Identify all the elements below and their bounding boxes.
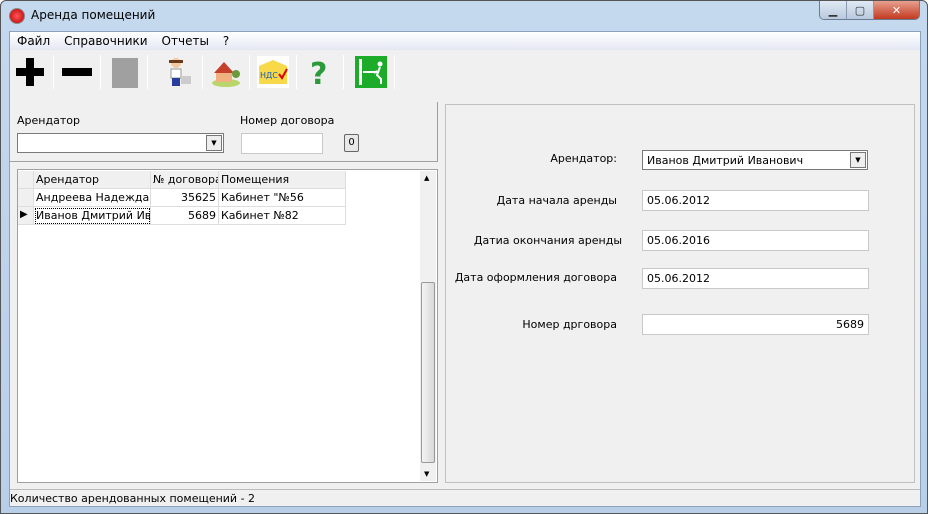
tenant-combo[interactable]: Иванов Дмитрий Иванович ▼ (642, 150, 868, 170)
filter-apply-button[interactable]: 0 (344, 134, 359, 152)
chevron-down-icon[interactable]: ▼ (850, 152, 866, 168)
svg-text:НДС: НДС (260, 71, 278, 80)
scrollbar-thumb[interactable] (421, 282, 435, 463)
close-button[interactable]: ✕ (874, 1, 919, 19)
table-row[interactable]: Андреева Надежда Де 35625 Кабинет "№56 (18, 189, 346, 207)
filter-panel: Арендатор ▼ Номер договора 0 (10, 102, 438, 162)
svg-text:?: ? (310, 57, 327, 88)
filter-tenant-combo[interactable]: ▼ (17, 133, 224, 153)
tax-button[interactable]: НДС (253, 53, 293, 91)
exit-door-icon (355, 56, 387, 88)
delete-button[interactable] (57, 53, 97, 91)
minus-icon (62, 68, 92, 76)
tenant-person-icon (169, 58, 191, 86)
plus-icon (16, 58, 44, 86)
contract-number-input[interactable]: 5689 (642, 314, 869, 335)
exit-button[interactable] (351, 53, 391, 91)
table-row[interactable]: ▶ Иванов Дмитрий Иван 5689 Кабинет №82 (18, 207, 346, 225)
status-bar: Количество арендованных помещений - 2 (10, 489, 920, 507)
disabled-icon (112, 58, 138, 88)
add-button[interactable] (10, 53, 50, 91)
column-header-tenant[interactable]: Арендатор (34, 171, 151, 189)
grid-scrollbar[interactable]: ▲ ▼ (420, 171, 436, 481)
tax-box-icon: НДС (257, 56, 289, 88)
filter-tenant-label: Арендатор (17, 114, 80, 127)
menu-file[interactable]: Файл (10, 32, 57, 50)
tenants-button[interactable] (159, 53, 199, 91)
house-icon (212, 62, 240, 87)
column-header-room[interactable]: Помещения (219, 171, 346, 189)
toolbar: НДС ? (10, 50, 920, 94)
disabled-button[interactable] (104, 53, 144, 91)
menu-reports[interactable]: Отчеты (155, 32, 216, 50)
scroll-down-icon[interactable]: ▼ (424, 470, 429, 478)
start-date-label: Дата начала аренды (496, 194, 617, 207)
menu-references[interactable]: Справочники (57, 32, 154, 50)
grid-header: Арендатор № договора Помещения (18, 171, 346, 189)
app-icon (9, 8, 25, 24)
chevron-down-icon[interactable]: ▼ (206, 135, 222, 151)
column-header-contract[interactable]: № договора (151, 171, 219, 189)
signed-date-label: Дата оформления договора (454, 271, 617, 284)
help-question-icon: ? (310, 57, 327, 88)
maximize-button[interactable]: ▢ (847, 1, 874, 19)
rentals-grid: Арендатор № договора Помещения Андреева … (17, 169, 438, 483)
menu-bar: Файл Справочники Отчеты ? (10, 32, 920, 50)
rooms-button[interactable] (206, 53, 246, 91)
details-panel: Арендатор: Иванов Дмитрий Иванович ▼ Дата… (445, 104, 915, 483)
app-window: Аренда помещений ▁ ▢ ✕ Файл Справочники … (0, 0, 928, 514)
contract-number-label: Номер дрговора (522, 318, 617, 331)
current-row-indicator-icon: ▶ (18, 207, 34, 225)
minimize-button[interactable]: ▁ (820, 1, 847, 19)
filter-contract-input[interactable] (241, 133, 323, 154)
filter-contract-label: Номер договора (240, 114, 335, 127)
end-date-label: Датиа окончания аренды (473, 234, 622, 247)
signed-date-input[interactable]: 05.06.2012 (642, 268, 869, 289)
scroll-up-icon[interactable]: ▲ (424, 174, 429, 182)
end-date-input[interactable]: 05.06.2016 (642, 230, 869, 251)
help-button[interactable]: ? (300, 53, 340, 91)
menu-help[interactable]: ? (216, 32, 236, 50)
start-date-input[interactable]: 05.06.2012 (642, 190, 869, 211)
tenant-label: Арендатор: (550, 152, 617, 165)
window-title: Аренда помещений (31, 8, 156, 22)
